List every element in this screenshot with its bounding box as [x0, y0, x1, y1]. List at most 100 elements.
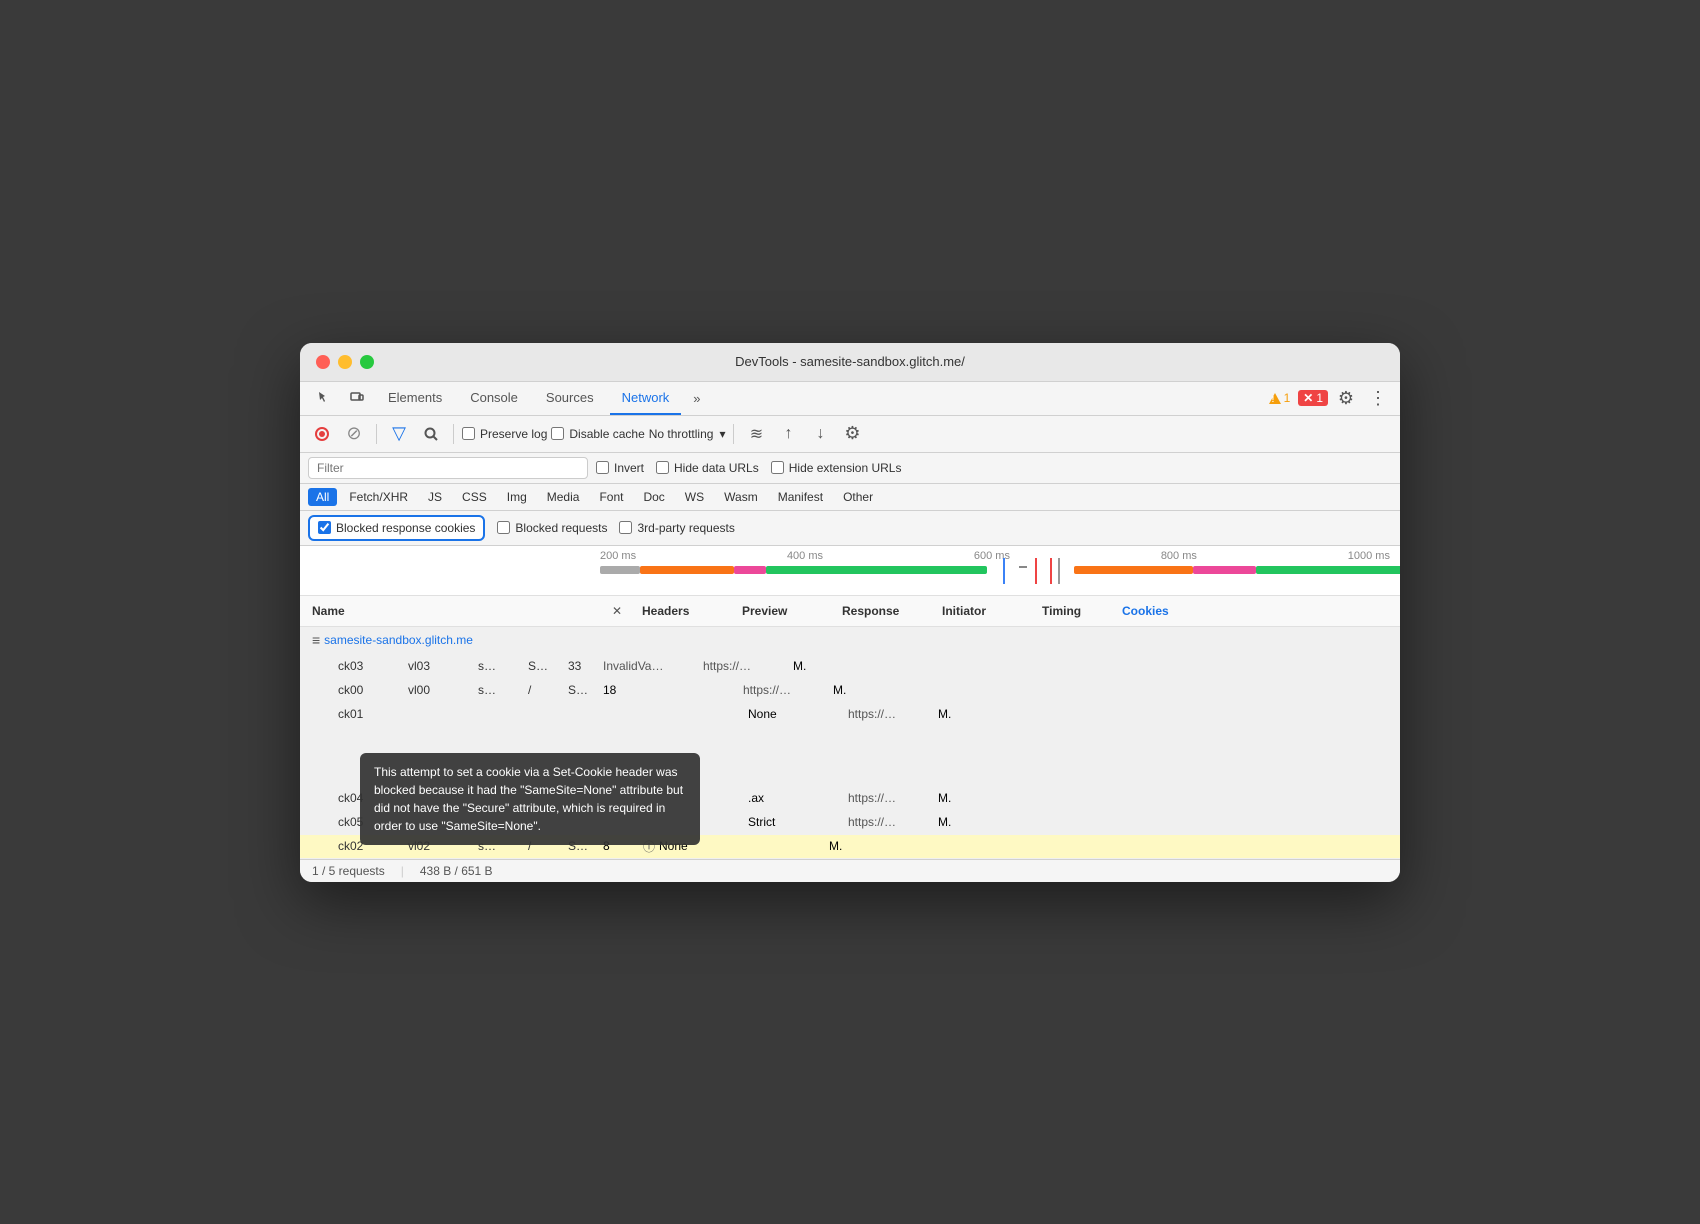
tab-elements[interactable]: Elements: [376, 382, 454, 415]
type-filter-css[interactable]: CSS: [454, 488, 495, 506]
cookie-row-ck01[interactable]: ck01 None https://… M.: [300, 703, 1400, 727]
network-settings-icon[interactable]: ⚙: [838, 420, 866, 448]
blocked-filters-bar: Blocked response cookies Blocked request…: [300, 511, 1400, 546]
type-filter-media[interactable]: Media: [539, 488, 588, 506]
ck05-url: https://…: [848, 815, 938, 829]
third-party-label[interactable]: 3rd-party requests: [619, 521, 734, 535]
ck02-size-col: S…: [568, 839, 603, 853]
type-filter-font[interactable]: Font: [591, 488, 631, 506]
hide-data-urls-label[interactable]: Hide data URLs: [656, 461, 759, 475]
cookie-row-ck03[interactable]: ck03 vl03 s… S… 33 InvalidVa… https://… …: [300, 655, 1400, 679]
upload-icon[interactable]: ↑: [774, 420, 802, 448]
vline-red-1: [1035, 558, 1037, 584]
error-badge: ✕ 1: [1298, 390, 1328, 406]
ck04-info: .ax: [748, 791, 848, 805]
third-party-checkbox[interactable]: [619, 521, 632, 534]
document-icon: ≡: [312, 632, 320, 648]
invert-text: Invert: [614, 461, 644, 475]
ck00-path: s…: [478, 683, 528, 697]
filter-checkboxes: Invert Hide data URLs Hide extension URL…: [596, 461, 901, 475]
timeline-200ms: 200 ms: [600, 550, 636, 562]
title-bar: DevTools - samesite-sandbox.glitch.me/: [300, 343, 1400, 382]
minimize-button[interactable]: [338, 355, 352, 369]
ck00-name: ck00: [338, 683, 408, 697]
blocked-cookies-checkbox[interactable]: [318, 521, 331, 534]
stop-recording-button[interactable]: [308, 420, 336, 448]
type-filter-all[interactable]: All: [308, 488, 337, 506]
timeline-section: 200 ms 400 ms 600 ms 800 ms 1000 ms: [300, 546, 1400, 596]
tab-network[interactable]: Network: [610, 382, 682, 415]
vline-blue: [1003, 558, 1005, 584]
type-filters-bar: All Fetch/XHR JS CSS Img Media Font Doc …: [300, 484, 1400, 511]
blocked-cookies-label[interactable]: Blocked response cookies: [308, 515, 485, 541]
type-filter-fetchxhr[interactable]: Fetch/XHR: [341, 488, 416, 506]
wf-bar-orange-2: [1074, 566, 1193, 574]
th-close[interactable]: ✕: [608, 596, 638, 626]
timeline-labels: 200 ms 400 ms 600 ms 800 ms 1000 ms: [600, 550, 1390, 562]
ck03-url: https://…: [703, 659, 793, 673]
disable-cache-label[interactable]: Disable cache: [551, 427, 644, 441]
ck03-name: ck03: [338, 659, 408, 673]
tabs-bar: Elements Console Sources Network » ! 1 ✕…: [300, 382, 1400, 416]
disable-cache-checkbox[interactable]: [551, 427, 564, 440]
timeline-400ms: 400 ms: [787, 550, 823, 562]
dash: [1019, 566, 1027, 568]
ck00-samesite: M.: [833, 683, 846, 697]
devtools-window: DevTools - samesite-sandbox.glitch.me/ E…: [300, 343, 1400, 882]
cookie-row-ck05[interactable]: ck05 Strict https://… M.: [300, 811, 1400, 835]
blocked-requests-checkbox[interactable]: [497, 521, 510, 534]
cursor-icon[interactable]: [308, 383, 338, 413]
type-filter-img[interactable]: Img: [499, 488, 535, 506]
tab-console[interactable]: Console: [458, 382, 530, 415]
type-filter-doc[interactable]: Doc: [635, 488, 672, 506]
waterfall-row-1: [600, 566, 1390, 576]
blocked-requests-label[interactable]: Blocked requests: [497, 521, 607, 535]
hide-data-urls-checkbox[interactable]: [656, 461, 669, 474]
cookie-row-ck02[interactable]: ck02 vl02 s… / S… 8 ⓘ None M.: [300, 835, 1400, 859]
ck05-name: ck05: [338, 815, 408, 829]
hide-ext-urls-label[interactable]: Hide extension URLs: [771, 461, 902, 475]
ck02-path: s…: [478, 839, 528, 853]
toolbar-separator-2: [453, 424, 454, 444]
ck00-scheme: /: [528, 683, 568, 697]
clear-button[interactable]: ⊘: [340, 420, 368, 448]
type-filter-manifest[interactable]: Manifest: [770, 488, 831, 506]
type-filter-wasm[interactable]: Wasm: [716, 488, 766, 506]
table-header: Name ✕ Headers Preview Response Initiato…: [300, 596, 1400, 627]
type-filter-js[interactable]: JS: [420, 488, 450, 506]
preserve-log-checkbox[interactable]: [462, 427, 475, 440]
more-options-icon[interactable]: ⋮: [1364, 384, 1392, 412]
type-filter-ws[interactable]: WS: [677, 488, 712, 506]
blocked-cookies-text: Blocked response cookies: [336, 521, 475, 535]
device-icon[interactable]: [342, 383, 372, 413]
ck02-samesite: M.: [829, 839, 842, 853]
invert-label[interactable]: Invert: [596, 461, 644, 475]
cookie-row-ck00[interactable]: ck00 vl00 s… / S… 18 https://… M.: [300, 679, 1400, 703]
settings-icon[interactable]: ⚙: [1332, 384, 1360, 412]
throttle-select[interactable]: No throttling ▾: [649, 427, 726, 441]
filter-icon[interactable]: ▽: [385, 420, 413, 448]
ck02-scheme: /: [528, 839, 568, 853]
search-icon[interactable]: [417, 420, 445, 448]
tab-sources[interactable]: Sources: [534, 382, 606, 415]
preserve-log-label[interactable]: Preserve log: [462, 427, 547, 441]
close-button[interactable]: [316, 355, 330, 369]
throttle-label: No throttling: [649, 427, 714, 441]
ck02-size: 8: [603, 839, 643, 853]
warning-triangle-icon: !: [1269, 393, 1281, 404]
ck03-samesite: M.: [793, 659, 806, 673]
timeline-800ms: 800 ms: [1161, 550, 1197, 562]
invert-checkbox[interactable]: [596, 461, 609, 474]
download-icon[interactable]: ↓: [806, 420, 834, 448]
filter-input[interactable]: [308, 457, 588, 479]
ck02-val: vl02: [408, 839, 478, 853]
table-row-main[interactable]: ≡ samesite-sandbox.glitch.me: [300, 627, 1400, 655]
maximize-button[interactable]: [360, 355, 374, 369]
cookie-row-ck04[interactable]: ck04 .ax https://… M.: [300, 787, 1400, 811]
type-filter-other[interactable]: Other: [835, 488, 881, 506]
wifi-icon[interactable]: ≋: [742, 420, 770, 448]
timeline-1000ms: 1000 ms: [1348, 550, 1390, 562]
tab-more[interactable]: »: [685, 385, 708, 412]
ck04-name: ck04: [338, 791, 408, 805]
hide-ext-urls-checkbox[interactable]: [771, 461, 784, 474]
